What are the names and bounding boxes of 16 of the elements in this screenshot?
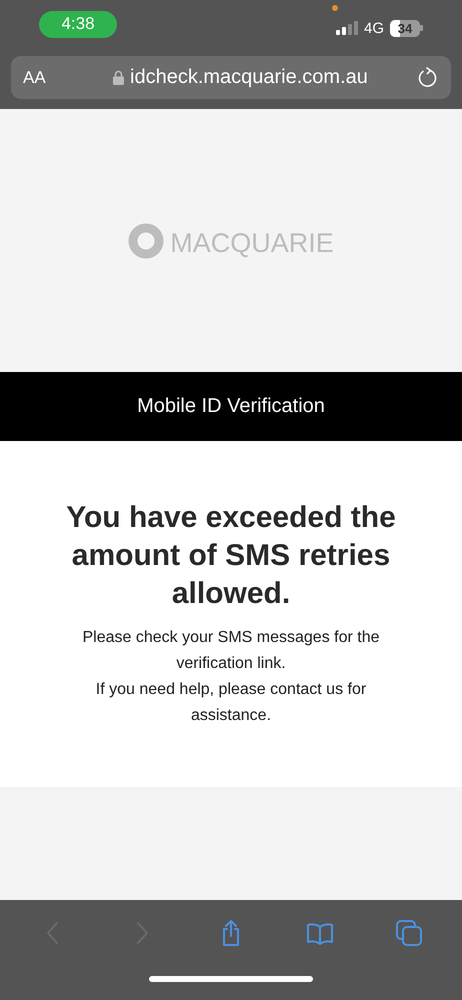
message-text: If you need help, please contact us for assistance. — [94, 680, 368, 726]
clock: 4:38 — [39, 10, 117, 38]
address-bar[interactable]: AA idcheck.macquarie.com.au — [11, 56, 451, 99]
tabs-icon — [394, 918, 424, 948]
url-text: idcheck.macquarie.com.au — [130, 66, 368, 89]
signal-icon — [336, 21, 358, 35]
message-text: Please check your SMS messages for the verification link. — [81, 628, 381, 674]
banner-title: Mobile ID Verification — [0, 372, 462, 441]
network-label: 4G — [364, 20, 384, 36]
text-size-button[interactable]: AA — [23, 68, 113, 88]
privacy-dot-icon — [332, 4, 338, 10]
reload-icon[interactable] — [417, 66, 439, 88]
error-heading: You have exceeded the amount of SMS retries allowed. — [65, 500, 397, 612]
tabs-button[interactable] — [394, 918, 424, 948]
lock-icon — [113, 70, 124, 85]
logo-icon — [128, 222, 164, 258]
